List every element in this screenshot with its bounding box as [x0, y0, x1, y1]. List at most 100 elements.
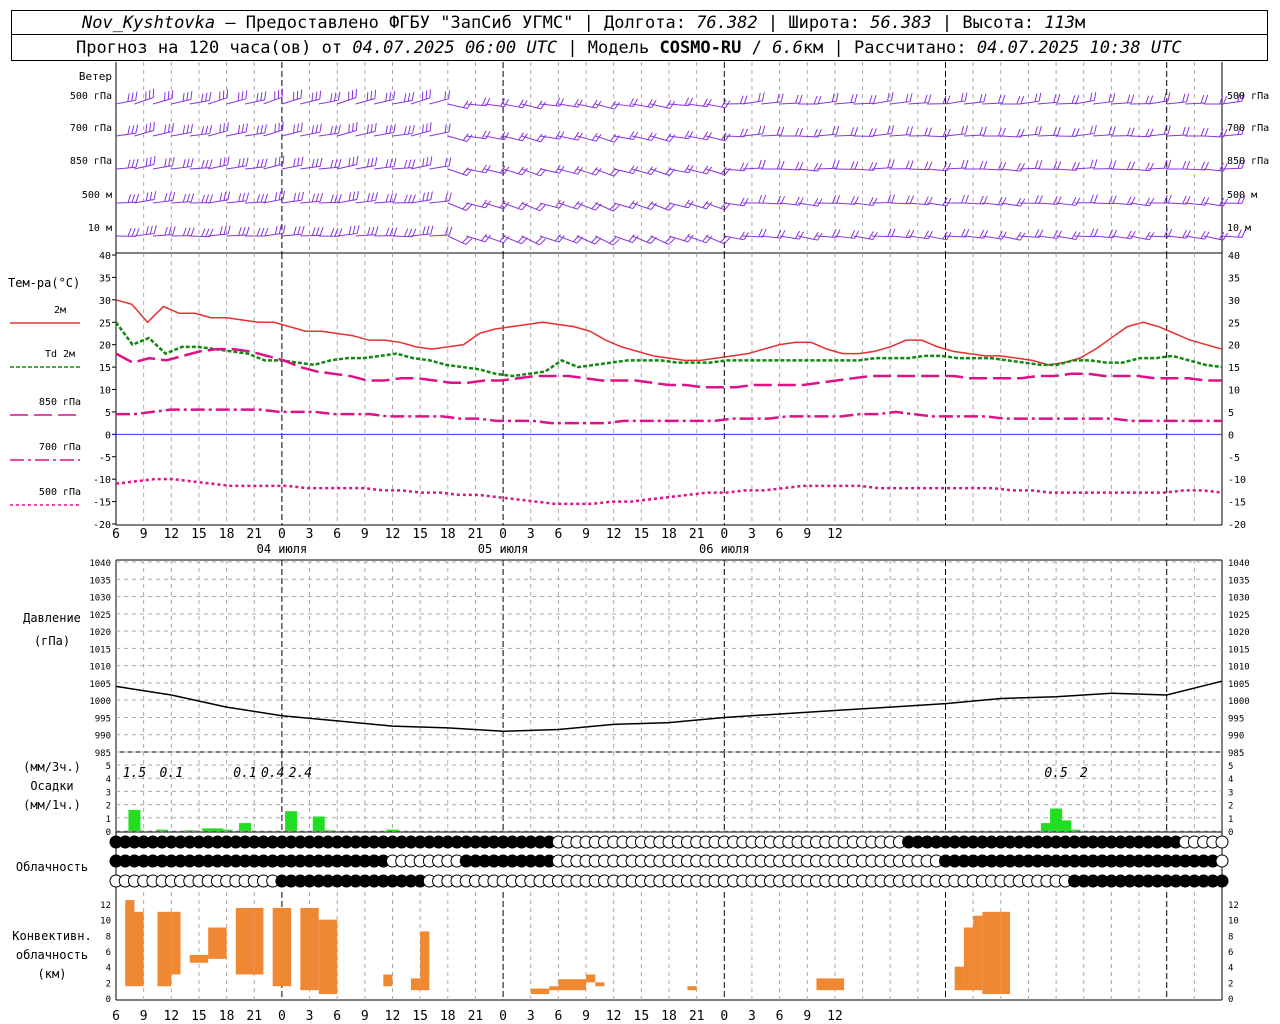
wind-barb [576, 166, 602, 176]
wind-barb-flag [131, 194, 136, 203]
hour-tick-label: 6 [333, 527, 341, 542]
wind-barb-flag [1094, 228, 1099, 237]
wind-barb-flag [909, 93, 913, 102]
wind-barb-flag [264, 124, 267, 133]
wind-barb-shaft [945, 100, 966, 105]
wind-barb-shaft [982, 102, 1003, 105]
wind-barb-flag [190, 124, 194, 133]
pres-tick-label: 1005 [89, 680, 111, 690]
wind-barb-flag [241, 91, 244, 100]
wind-barb-flag [297, 192, 301, 201]
wind-barb-flag [348, 91, 350, 101]
wind-barb-flag [330, 159, 334, 169]
wind-barb-flag [1167, 92, 1171, 101]
wind-barb-flag [1145, 128, 1150, 137]
wind-barb-flag [238, 193, 242, 202]
wind-barb-shaft [890, 202, 911, 205]
wind-barb-flag [135, 158, 139, 168]
wind-barb-flag [559, 131, 565, 140]
wind-barb-flag [393, 158, 397, 167]
wind-barb-flag [983, 126, 987, 136]
wind-barb-shaft [429, 98, 449, 105]
wind-barb-flag [762, 194, 767, 204]
wind-barb-flag [296, 123, 299, 133]
hour-tick-label: 0 [499, 1009, 507, 1024]
temp-tick-label: 40 [99, 251, 111, 262]
wind-barb-flag [407, 125, 411, 135]
wind-barb-shaft [208, 97, 228, 105]
wind-barb-flag [411, 92, 415, 101]
wind-barb-flag [1094, 159, 1098, 168]
wind-barb-flag [319, 90, 322, 100]
wind-barb-flag [164, 193, 168, 202]
wind-barb-flag [227, 191, 231, 200]
wind-barb-flag [366, 158, 370, 168]
wind-barb-shaft [1111, 168, 1132, 171]
wind-level-label: 500 гПа [70, 91, 112, 102]
wind-barb-shaft [115, 201, 137, 204]
wind-barb-flag [186, 227, 191, 236]
wind-barb-shaft [447, 202, 467, 211]
wind-barb-flag [385, 159, 389, 168]
wind-level-label: 850 гПа [70, 156, 112, 167]
wind-barb-flag [374, 192, 378, 201]
wind-barb-flag [1038, 160, 1043, 169]
wind-barb-shaft [171, 132, 192, 137]
pres-tick-label: 1035 [1228, 576, 1250, 586]
wind-barb-flag [799, 127, 804, 137]
wind-barb-flag [300, 89, 303, 99]
wind-barb-shaft [963, 134, 984, 137]
wind-barb-flag [245, 90, 248, 99]
wind-barb-flag [1186, 126, 1190, 136]
wind-barb-flag [149, 191, 153, 201]
pres-tick-label: 1015 [89, 645, 111, 655]
wind-barb-flag [152, 88, 155, 98]
wind-barb-flag [219, 124, 222, 133]
wind-barb-flag [293, 124, 296, 134]
wind-barb-flag [256, 125, 260, 135]
wind-barb-flag [149, 156, 152, 166]
wind-barb-flag [186, 193, 191, 203]
wind-barb-flag [430, 225, 434, 235]
wind-barb-flag [946, 198, 952, 207]
temp-legend-label: 500 гПа [39, 487, 81, 498]
wind-barb-shaft [189, 133, 210, 137]
temp-tick-label: -20 [93, 520, 111, 531]
hour-tick-label: 12 [606, 1009, 622, 1024]
cloud-circle [1215, 874, 1229, 888]
wind-barb-flag [131, 228, 136, 237]
wind-level-label: 700 гПа [70, 123, 112, 134]
conv-tick-label: 10 [1228, 917, 1239, 927]
pres-tick-label: 990 [95, 732, 111, 742]
wind-barb-flag [260, 92, 263, 101]
wind-barb-shaft [1185, 102, 1206, 105]
wind-barb-flag [1130, 231, 1136, 240]
wind-barb-flag [167, 91, 170, 100]
wind-barb-flag [356, 225, 360, 234]
wind-barb-flag [237, 92, 240, 101]
wind-barb-flag [868, 231, 874, 240]
wind-barb-flag [422, 124, 424, 133]
wind-barb-shaft [1056, 102, 1077, 105]
wind-barb-flag [182, 193, 187, 203]
hour-tick-label: 21 [468, 527, 484, 542]
wind-barb-flag [964, 92, 968, 101]
prec-tick-label: 3 [1228, 788, 1233, 798]
wind-barb-flag [355, 88, 357, 98]
wind-barb-shaft [171, 99, 191, 105]
wind-barb-flag [426, 157, 429, 166]
pres-tick-label: 1000 [89, 697, 111, 707]
hour-tick-label: 9 [140, 527, 148, 542]
temp-tick-label: -10 [1228, 475, 1246, 486]
wind-barb-shaft [963, 101, 984, 105]
wind-barb-shaft [963, 202, 984, 205]
wind-barb [115, 124, 139, 137]
hour-tick-label: 18 [440, 1009, 456, 1024]
conv-cloud-bar [318, 919, 338, 995]
conv-cloud-bar [157, 911, 172, 987]
wind-barb-flag [979, 126, 983, 136]
wind-barb-flag [850, 230, 856, 239]
wind-barb-flag [237, 124, 241, 134]
wind-barb-flag [385, 125, 388, 135]
wind-barb [631, 166, 657, 175]
